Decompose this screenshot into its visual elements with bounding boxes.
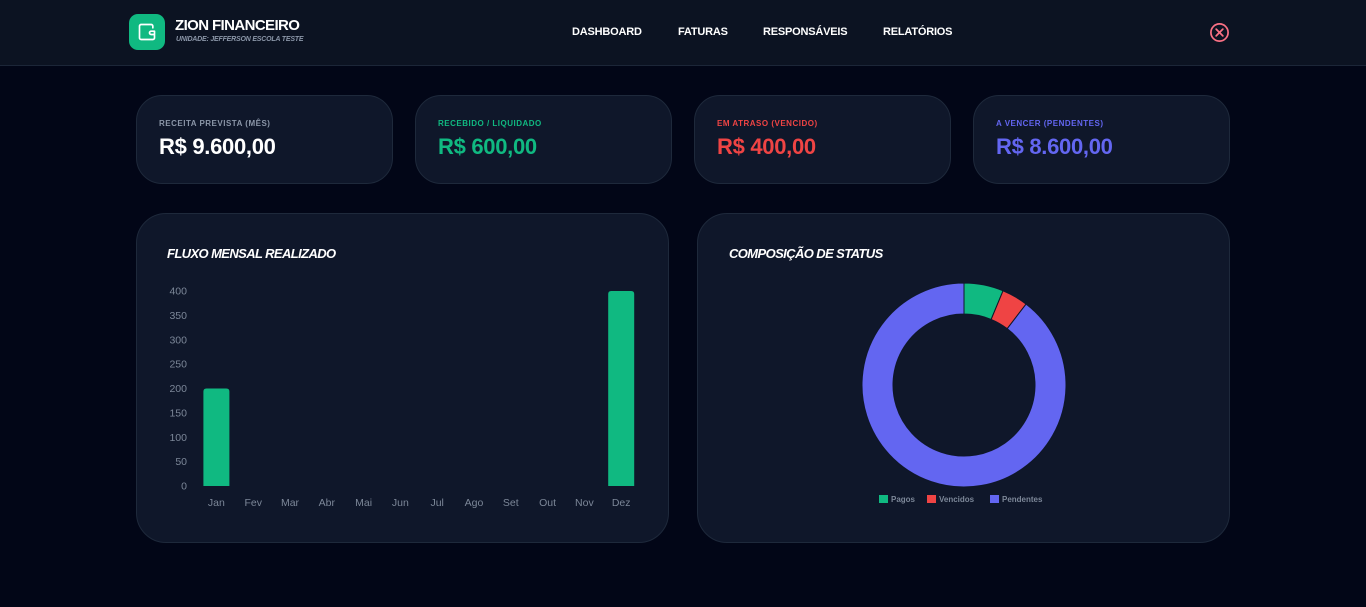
nav-responsaveis[interactable]: RESPONSÁVEIS bbox=[763, 26, 848, 38]
y-tick-label: 250 bbox=[169, 359, 187, 371]
bar-chart: 0 50 100 150 200 250 300 350 400 Jan Fev Mar Abr Mai J… bbox=[169, 286, 635, 509]
kpi-a-vencer: A VENCER (PENDENTES) R$ 8.600,00 bbox=[973, 95, 1230, 184]
panel-fluxo-mensal: FLUXO MENSAL REALIZADO 0 50 100 150 200 250 30… bbox=[136, 213, 669, 543]
nav-relatorios[interactable]: RELATÓRIOS bbox=[883, 26, 952, 38]
kpi-recebido: RECEBIDO / LIQUIDADO R$ 600,00 bbox=[415, 95, 672, 184]
y-tick-label: 200 bbox=[169, 383, 187, 395]
nav-dashboard[interactable]: DASHBOARD bbox=[572, 26, 642, 38]
x-tick-label: Dez bbox=[612, 497, 631, 509]
x-tick-label: Abr bbox=[319, 497, 336, 509]
top-navbar: ZION FINANCEIRO UNIDADE: JEFFERSON ESCOL… bbox=[0, 0, 1366, 66]
legend-swatch-vencidos bbox=[927, 495, 936, 503]
wallet-icon bbox=[138, 23, 156, 41]
kpi-value: R$ 8.600,00 bbox=[996, 134, 1113, 159]
kpi-label: RECEITA PREVISTA (MÊS) bbox=[159, 119, 271, 128]
x-tick-label: Mai bbox=[355, 497, 372, 509]
logo-badge bbox=[129, 14, 165, 50]
donut-chart: Pagos Vencidos Pendentes bbox=[861, 282, 1067, 504]
bar-dez[interactable] bbox=[608, 291, 635, 486]
y-tick-label: 300 bbox=[169, 334, 187, 346]
kpi-receita-prevista: RECEITA PREVISTA (MÊS) R$ 9.600,00 bbox=[136, 95, 393, 184]
panel-composicao-status: COMPOSIÇÃO DE STATUS Pagos Vencidos Penden… bbox=[697, 213, 1230, 543]
kpi-em-atraso: EM ATRASO (VENCIDO) R$ 400,00 bbox=[694, 95, 951, 184]
x-tick-label: Ago bbox=[465, 497, 484, 509]
x-tick-label: Jul bbox=[430, 497, 443, 509]
y-tick-label: 150 bbox=[169, 407, 187, 419]
kpi-value: R$ 600,00 bbox=[438, 134, 537, 159]
y-tick-label: 400 bbox=[169, 286, 187, 298]
legend-label-pendentes: Pendentes bbox=[1002, 495, 1043, 504]
brand-subtitle: UNIDADE: JEFFERSON ESCOLA TESTE bbox=[176, 36, 304, 43]
x-tick-label: Mar bbox=[281, 497, 300, 509]
kpi-value: R$ 400,00 bbox=[717, 134, 816, 159]
y-tick-label: 100 bbox=[169, 432, 187, 444]
brand-title: ZION FINANCEIRO bbox=[175, 17, 300, 34]
x-tick-label: Nov bbox=[575, 497, 594, 509]
bar-jan[interactable] bbox=[203, 388, 230, 487]
legend-swatch-pendentes bbox=[990, 495, 999, 503]
legend-swatch-pagos bbox=[879, 495, 888, 503]
legend-label-pagos: Pagos bbox=[891, 495, 916, 504]
y-tick-label: 350 bbox=[169, 310, 187, 322]
x-tick-label: Out bbox=[539, 497, 556, 509]
y-tick-label: 0 bbox=[181, 481, 187, 493]
kpi-label: A VENCER (PENDENTES) bbox=[996, 119, 1104, 128]
close-circle-icon[interactable] bbox=[1209, 22, 1230, 43]
kpi-value: R$ 9.600,00 bbox=[159, 134, 276, 159]
kpi-label: EM ATRASO (VENCIDO) bbox=[717, 119, 818, 128]
kpi-label: RECEBIDO / LIQUIDADO bbox=[438, 119, 542, 128]
x-tick-label: Fev bbox=[244, 497, 262, 509]
y-tick-label: 50 bbox=[175, 456, 187, 468]
x-tick-label: Set bbox=[503, 497, 519, 509]
x-tick-label: Jan bbox=[208, 497, 225, 509]
slice-pendentes[interactable] bbox=[861, 282, 1067, 488]
legend-label-vencidos: Vencidos bbox=[939, 495, 975, 504]
x-tick-label: Jun bbox=[392, 497, 409, 509]
nav-faturas[interactable]: FATURAS bbox=[678, 26, 728, 38]
